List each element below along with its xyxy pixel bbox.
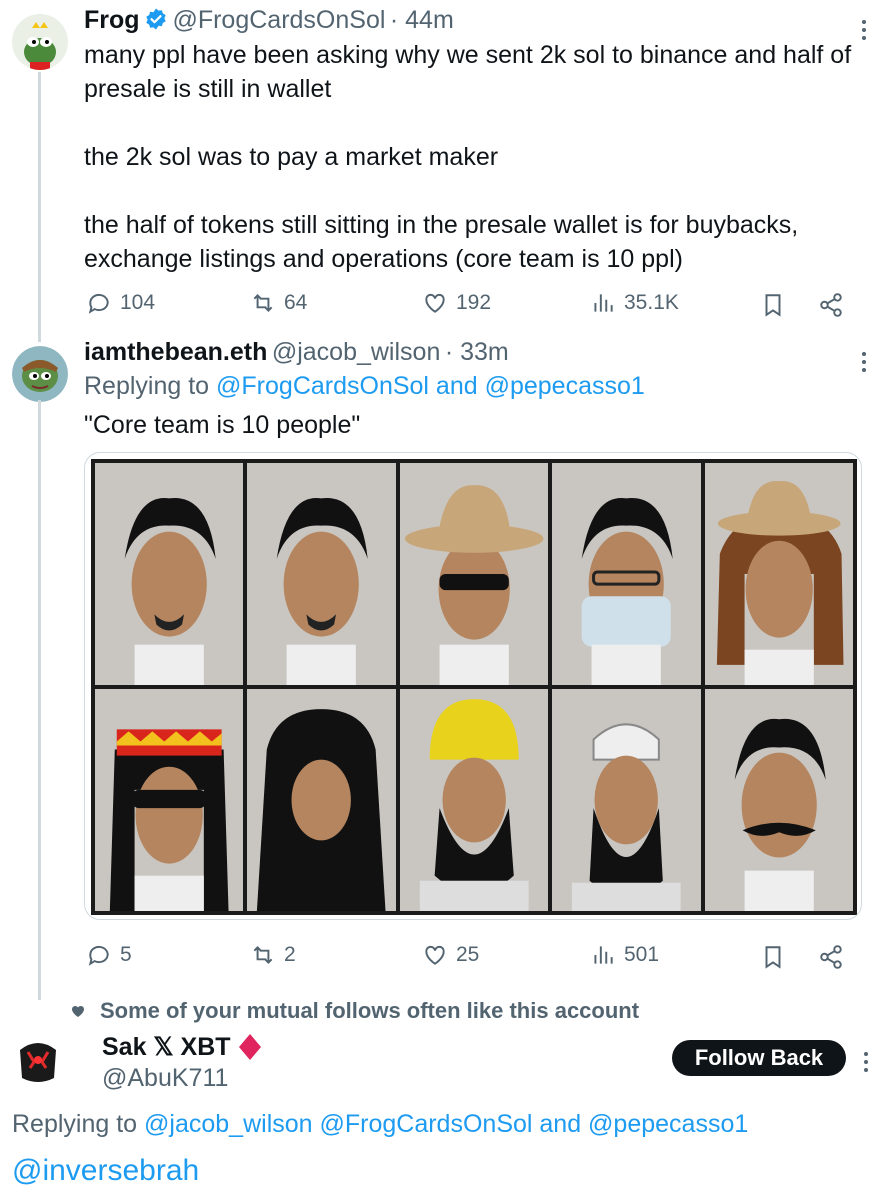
tweet2-timestamp[interactable]: · 33m <box>445 338 509 366</box>
views-count: 501 <box>624 943 660 966</box>
bookmark-icon <box>765 294 781 317</box>
more-icon[interactable] <box>862 1050 870 1074</box>
social-context: Some of your mutual follows often like t… <box>70 998 639 1024</box>
tweet3-author-handle[interactable]: @AbuK711 <box>102 1064 228 1093</box>
like-button[interactable]: 25 <box>422 942 479 968</box>
tweet3-mention[interactable]: @inversebrah <box>12 1154 199 1188</box>
views-count: 35.1K <box>624 291 679 314</box>
tweet2-photo[interactable] <box>84 452 862 920</box>
repost-icon <box>253 294 273 312</box>
tweet1-text: many ppl have been asking why we sent 2k… <box>84 41 852 273</box>
photo-face-10 <box>704 689 853 911</box>
tweet3-header: Sak 𝕏 XBT <box>102 1032 261 1062</box>
tweet2-replying-to: Replying to @FrogCardsOnSol and @pepecas… <box>84 372 645 401</box>
reply-count: 5 <box>120 943 132 966</box>
photo-face-5 <box>704 463 853 685</box>
repost-count: 2 <box>284 943 296 966</box>
bookmark-button[interactable] <box>760 944 786 970</box>
tweet1-author-handle[interactable]: @FrogCardsOnSol <box>172 6 385 34</box>
tweet2-author-handle[interactable]: @jacob_wilson <box>272 338 441 366</box>
tweet1-author-name[interactable]: Frog <box>84 6 140 34</box>
replying-links[interactable]: @jacob_wilson @FrogCardsOnSol and @pepec… <box>144 1110 748 1138</box>
tweet1-header: Frog @FrogCardsOnSol · 44m <box>84 6 454 36</box>
repost-button[interactable]: 64 <box>250 290 307 316</box>
share-icon <box>820 945 842 969</box>
photo-face-8 <box>399 689 549 911</box>
views-button[interactable]: 501 <box>590 942 659 968</box>
more-icon[interactable] <box>860 350 868 374</box>
bookmark-button[interactable] <box>760 292 786 318</box>
photo-face-9 <box>552 689 701 911</box>
reply-count: 104 <box>120 291 156 314</box>
like-count: 25 <box>456 943 480 966</box>
photo-face-6 <box>95 689 244 911</box>
bean-avatar[interactable] <box>12 346 68 402</box>
follow-back-button[interactable]: Follow Back <box>672 1040 846 1076</box>
views-icon <box>594 946 613 964</box>
thread-line <box>38 400 41 1000</box>
repost-count: 64 <box>284 291 308 314</box>
like-button[interactable]: 192 <box>422 290 491 316</box>
views-button[interactable]: 35.1K <box>590 290 679 316</box>
tweet2-author-name[interactable]: iamthebean.eth <box>84 338 267 366</box>
share-button[interactable] <box>818 292 844 318</box>
like-count: 192 <box>456 291 492 314</box>
reply-button[interactable]: 104 <box>86 290 155 316</box>
photo-face-2 <box>247 463 396 685</box>
share-icon <box>820 293 842 317</box>
social-context-text: Some of your mutual follows often like t… <box>100 998 640 1023</box>
replying-prefix: Replying to <box>12 1110 138 1138</box>
reply-icon <box>88 293 109 314</box>
repost-icon <box>253 946 273 964</box>
reply-button[interactable]: 5 <box>86 942 132 968</box>
photo-face-1 <box>95 463 244 685</box>
tweet3-author-name[interactable]: Sak 𝕏 XBT <box>102 1032 231 1062</box>
frog-avatar[interactable] <box>12 14 68 70</box>
views-icon <box>594 294 613 312</box>
thread-line <box>38 72 41 342</box>
repost-button[interactable]: 2 <box>250 942 296 968</box>
tweet1-timestamp[interactable]: · 44m <box>390 6 454 34</box>
heart-icon <box>72 1005 84 1017</box>
verified-icon <box>144 7 168 36</box>
diamond-icon <box>238 1034 261 1060</box>
replying-links[interactable]: @FrogCardsOnSol and @pepecasso1 <box>216 372 645 400</box>
like-icon <box>425 293 445 313</box>
share-button[interactable] <box>818 944 844 970</box>
photo-face-7 <box>247 689 396 911</box>
sak-avatar[interactable] <box>10 1032 66 1088</box>
tweet2-text: "Core team is 10 people" <box>84 411 361 439</box>
like-icon <box>425 945 445 965</box>
tweet2-header: iamthebean.eth @jacob_wilson · 33m <box>84 338 509 367</box>
replying-prefix: Replying to <box>84 372 210 400</box>
tweet3-replying-to: Replying to @jacob_wilson @FrogCardsOnSo… <box>12 1110 748 1139</box>
reply-icon <box>88 945 109 966</box>
photo-face-3 <box>399 463 549 685</box>
bookmark-icon <box>765 946 781 969</box>
photo-face-4 <box>552 463 701 685</box>
photo-collage <box>91 459 857 915</box>
